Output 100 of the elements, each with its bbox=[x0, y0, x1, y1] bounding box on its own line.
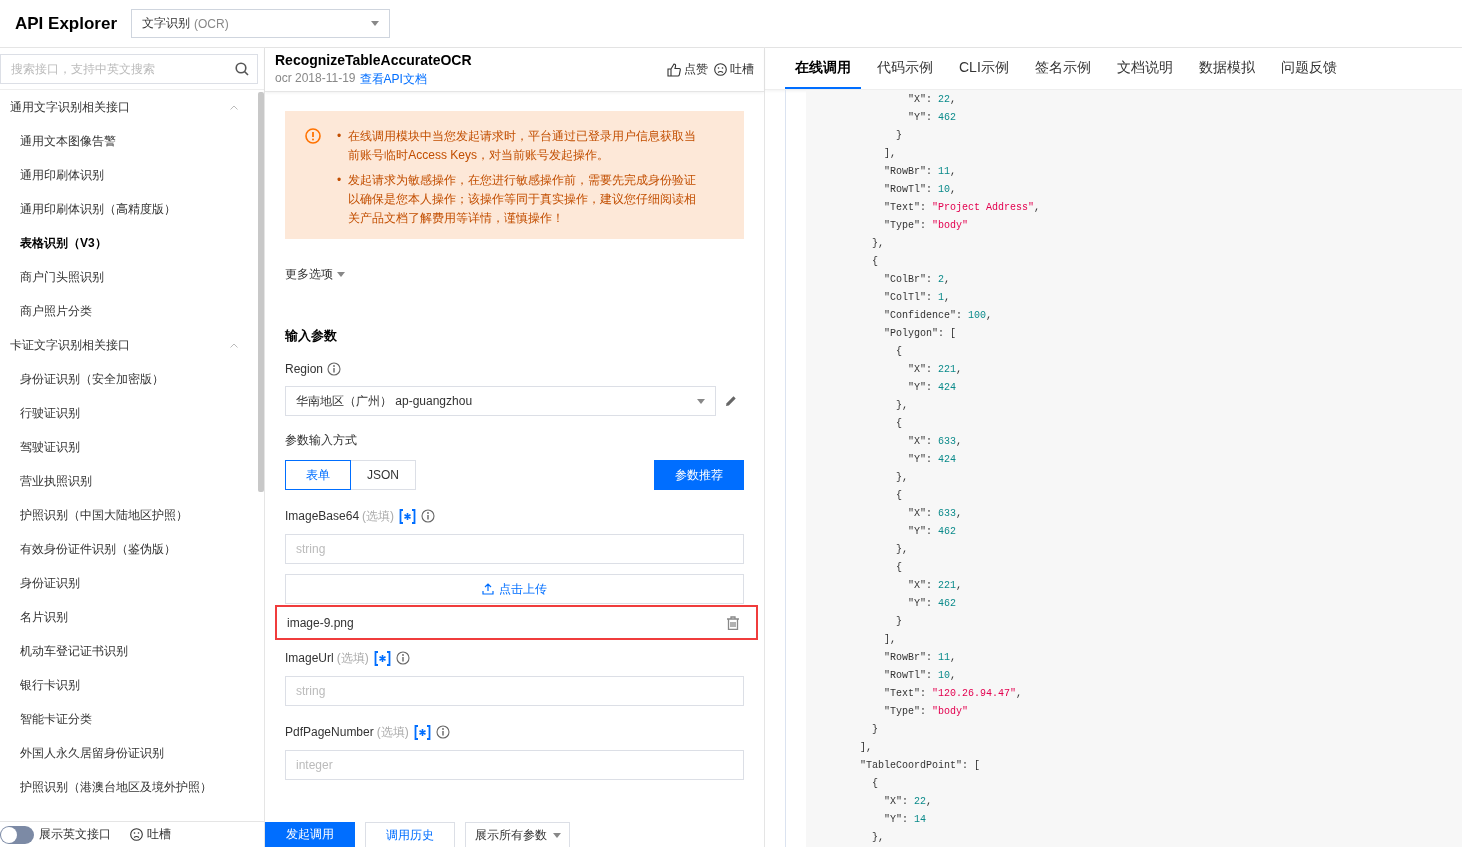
api-version: ocr 2018-11-19 bbox=[275, 70, 356, 87]
code-line: "Y": 424 bbox=[908, 454, 957, 465]
param-name: ImageBase64 bbox=[285, 509, 360, 523]
chevron-up-icon bbox=[230, 342, 238, 348]
trash-icon[interactable] bbox=[726, 615, 740, 630]
sidebar-item[interactable]: 有效身份证件识别（鉴伪版） bbox=[0, 532, 258, 566]
tab[interactable]: 问题反馈 bbox=[1270, 48, 1347, 89]
toggle-switch[interactable] bbox=[0, 825, 34, 844]
warning-icon bbox=[305, 128, 321, 144]
code-line: "Type": "body" bbox=[884, 706, 969, 717]
region-select[interactable]: 华南地区（广州） ap-guangzhou bbox=[285, 386, 716, 416]
code-line: "TableCoordPoint": [ bbox=[860, 760, 981, 771]
caret-icon bbox=[337, 272, 345, 277]
info-icon[interactable] bbox=[395, 651, 410, 665]
search-icon[interactable] bbox=[235, 62, 249, 76]
tab[interactable]: 签名示例 bbox=[1024, 48, 1101, 89]
sidebar-item[interactable]: 行驶证识别 bbox=[0, 396, 258, 430]
code-line: ], bbox=[884, 148, 896, 159]
feedback-link[interactable]: 吐槽 bbox=[730, 61, 754, 78]
scrollbar-thumb[interactable] bbox=[258, 92, 264, 492]
sad-face-icon bbox=[714, 63, 727, 76]
sidebar-item[interactable]: 护照识别（港澳台地区及境外护照） bbox=[0, 770, 258, 804]
code-line: "Type": "body" bbox=[884, 220, 969, 231]
code-line: "Polygon": [ bbox=[884, 328, 957, 339]
tab[interactable]: 数据模拟 bbox=[1188, 48, 1265, 89]
code-line: "ColBr": 2, bbox=[884, 274, 951, 285]
code-line: "RowBr": 11, bbox=[884, 652, 957, 663]
api-name: RecognizeTableAccurateOCR bbox=[275, 51, 473, 68]
code-line: { bbox=[896, 562, 902, 573]
code-line: { bbox=[896, 346, 902, 357]
sidebar-item[interactable]: 智能卡证分类 bbox=[0, 702, 258, 736]
mode-tab[interactable]: JSON bbox=[350, 460, 416, 490]
code-line: }, bbox=[896, 472, 908, 483]
param-name: PdfPageNumber bbox=[285, 725, 374, 739]
upload-button[interactable]: 点击上传 bbox=[285, 574, 744, 604]
code-line: { bbox=[896, 418, 902, 429]
sidebar-item[interactable]: 通用印刷体识别（高精度版） bbox=[0, 192, 258, 226]
bracket-asterisk-icon[interactable] bbox=[373, 650, 391, 666]
bullet-mark: • bbox=[337, 172, 342, 189]
sidebar-item[interactable]: 营业执照识别 bbox=[0, 464, 258, 498]
code-line: "Confidence": 100, bbox=[884, 310, 993, 321]
info-icon[interactable] bbox=[435, 725, 450, 739]
chevron-up-icon bbox=[230, 104, 238, 110]
mode-tab[interactable]: 表单 bbox=[285, 460, 351, 490]
recommend-button[interactable]: 参数推荐 bbox=[654, 460, 744, 490]
code-line: ], bbox=[884, 634, 896, 645]
caret-icon bbox=[697, 398, 705, 404]
show-all-dropdown[interactable]: 展示所有参数 bbox=[465, 822, 570, 847]
sidebar-item[interactable]: 名片识别 bbox=[0, 600, 258, 634]
submit-button[interactable]: 发起调用 bbox=[265, 822, 355, 847]
bullet-mark: • bbox=[337, 128, 342, 145]
like-link[interactable]: 点赞 bbox=[684, 61, 708, 78]
code-line: }, bbox=[872, 238, 884, 249]
sidebar-group[interactable]: 卡证文字识别相关接口 bbox=[0, 328, 258, 362]
sidebar-item[interactable]: 通用文本图像告警 bbox=[0, 124, 258, 158]
tab[interactable]: 文档说明 bbox=[1106, 48, 1183, 89]
code-line: } bbox=[896, 616, 902, 627]
feedback-link[interactable]: 吐槽 bbox=[147, 826, 171, 843]
app-title: API Explorer bbox=[15, 13, 119, 34]
tab[interactable]: 代码示例 bbox=[867, 48, 943, 89]
sidebar-item[interactable]: 商户门头照识别 bbox=[0, 260, 258, 294]
sidebar-item[interactable]: 身份证识别 bbox=[0, 566, 258, 600]
code-line: { bbox=[872, 778, 878, 789]
product-select[interactable]: 文字识别 (OCR) bbox=[131, 9, 390, 38]
sidebar-item[interactable]: 驾驶证识别 bbox=[0, 430, 258, 464]
thumbs-up-icon bbox=[667, 62, 681, 77]
sidebar-item[interactable]: 外国人永久居留身份证识别 bbox=[0, 736, 258, 770]
input-field[interactable]: string bbox=[285, 534, 744, 564]
sidebar-item[interactable]: 银行卡识别 bbox=[0, 668, 258, 702]
sad-face-icon bbox=[130, 828, 143, 841]
sidebar-item[interactable]: 商户照片分类 bbox=[0, 294, 258, 328]
input-field[interactable]: string bbox=[285, 676, 744, 706]
code-line: ], bbox=[860, 742, 872, 753]
info-icon[interactable] bbox=[421, 509, 436, 523]
sidebar-item[interactable]: 通用印刷体识别 bbox=[0, 158, 258, 192]
sidebar-group[interactable]: 通用文字识别相关接口 bbox=[0, 90, 258, 124]
tab[interactable]: CLI示例 bbox=[949, 48, 1019, 89]
bracket-asterisk-icon[interactable] bbox=[413, 724, 431, 740]
sidebar-item[interactable]: 机动车登记证书识别 bbox=[0, 634, 258, 668]
upload-icon bbox=[482, 583, 494, 595]
bracket-asterisk-icon[interactable] bbox=[399, 508, 417, 524]
file-name: image-9.png bbox=[287, 615, 354, 630]
code-line: "Y": 462 bbox=[908, 526, 957, 537]
doc-link[interactable]: 查看API文档 bbox=[359, 70, 427, 88]
code-line: "X": 22, bbox=[908, 94, 957, 105]
code-line: "ColTl": 1, bbox=[884, 292, 951, 303]
code-line: "X": 221, bbox=[908, 364, 963, 375]
code-line: }, bbox=[872, 832, 884, 843]
input-field[interactable]: integer bbox=[285, 750, 744, 780]
code-line: "RowTl": 10, bbox=[884, 670, 957, 681]
code-line: "RowTl": 10, bbox=[884, 184, 957, 195]
sidebar-item[interactable]: 护照识别（中国大陆地区护照） bbox=[0, 498, 258, 532]
sidebar-item[interactable]: 表格识别（V3） bbox=[0, 226, 258, 260]
sidebar-item[interactable]: 身份证识别（安全加密版） bbox=[0, 362, 258, 396]
search-field[interactable]: 搜索接口，支持中英文搜索 bbox=[0, 54, 258, 84]
history-button[interactable]: 调用历史 bbox=[365, 822, 455, 847]
field-label: Region bbox=[285, 362, 324, 376]
pencil-icon[interactable] bbox=[725, 395, 737, 407]
info-icon[interactable] bbox=[327, 362, 342, 376]
more-options[interactable]: 更多选项 bbox=[285, 266, 744, 283]
